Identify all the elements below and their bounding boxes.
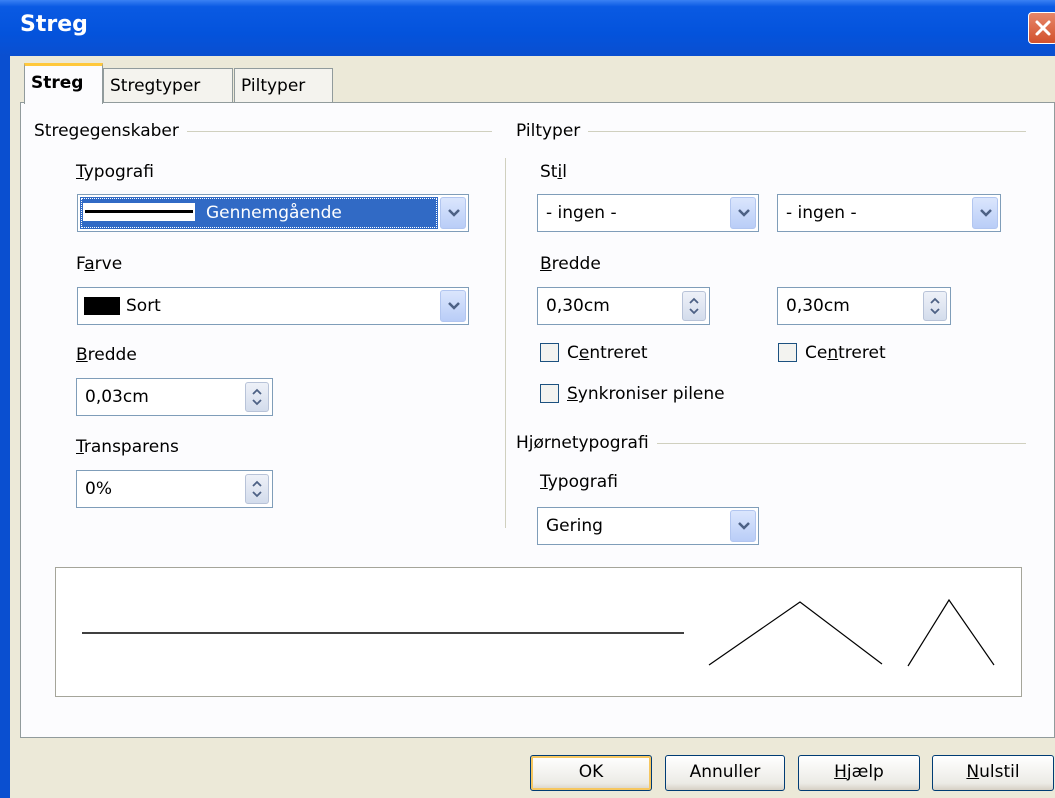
line-sample — [83, 203, 195, 221]
transparency-value: 0% — [85, 479, 112, 499]
arrow-style-label: Stil — [540, 162, 567, 182]
chevron-down-icon — [448, 209, 460, 217]
color-label: Farve — [76, 254, 123, 274]
line-width-label: Bredde — [76, 345, 137, 365]
line-style-value: Gennemgående — [206, 203, 342, 223]
line-properties-header: Stregegenskaber — [34, 121, 187, 141]
transparency-spinbox[interactable]: 0% — [76, 470, 273, 508]
arrow-width-label: Bredde — [540, 254, 601, 274]
start-arrow-style-select[interactable]: - ingen - — [537, 194, 759, 232]
color-dropdown-button[interactable] — [440, 290, 466, 322]
color-swatch — [84, 297, 120, 315]
sync-arrows-label: Synkroniser pilene — [567, 384, 725, 404]
tab-label: Stregtyper — [110, 76, 201, 96]
end-arrow-width-spinbox[interactable]: 0,30cm — [777, 287, 951, 325]
corner-style-header: Hjørnetypografi — [516, 433, 657, 453]
start-arrow-dropdown-button[interactable] — [730, 197, 756, 229]
line-width-value: 0,03cm — [85, 387, 149, 407]
line-style-select[interactable]: Gennemgående — [77, 194, 469, 232]
start-centered-label: Centreret — [567, 343, 648, 363]
reset-button[interactable]: Nulstil — [932, 755, 1054, 791]
end-arrow-style-select[interactable]: - ingen - — [777, 194, 1001, 232]
help-button[interactable]: Hjælp — [798, 755, 920, 791]
ok-button[interactable]: OK — [530, 755, 652, 791]
window-title: Streg — [20, 12, 88, 37]
color-value: Sort — [126, 296, 161, 316]
start-arrow-width-spinbox[interactable]: 0,30cm — [537, 287, 710, 325]
corner-style-dropdown-button[interactable] — [730, 510, 756, 542]
close-button[interactable] — [1028, 12, 1055, 44]
preview-corner-wide — [708, 601, 883, 666]
chevron-down-icon — [980, 209, 992, 217]
end-arrow-width-spin-button[interactable] — [923, 291, 947, 321]
window-border — [0, 56, 10, 798]
close-icon — [1035, 20, 1051, 36]
tab-label: Streg — [31, 73, 84, 93]
start-arrow-width-value: 0,30cm — [546, 296, 610, 316]
column-separator — [505, 158, 506, 528]
tab-streg[interactable]: Streg — [24, 63, 103, 104]
end-arrow-dropdown-button[interactable] — [972, 197, 998, 229]
start-arrow-width-spin-button[interactable] — [682, 291, 706, 321]
preview-drawing — [82, 598, 995, 667]
cancel-button[interactable]: Annuller — [665, 755, 785, 791]
transparency-spin-button[interactable] — [245, 474, 269, 504]
color-select[interactable]: Sort — [77, 287, 469, 325]
sync-arrows-checkbox[interactable] — [540, 384, 559, 403]
end-centered-label: Centreret — [805, 343, 886, 363]
group-divider — [516, 131, 1026, 132]
line-style-label: Typografi — [76, 162, 154, 182]
line-style-dropdown-button[interactable] — [440, 197, 466, 229]
start-centered-checkbox[interactable] — [540, 343, 559, 362]
start-arrow-style-value: - ingen - — [546, 203, 617, 223]
preview-corner-narrow — [907, 598, 995, 667]
corner-style-select[interactable]: Gering — [537, 507, 759, 545]
line-width-spinbox[interactable]: 0,03cm — [76, 378, 273, 416]
tab-piltyper[interactable]: Piltyper — [234, 68, 333, 102]
title-bar: Streg — [0, 0, 1055, 56]
spin-arrows-icon — [252, 480, 262, 498]
line-preview — [55, 567, 1022, 697]
end-arrow-style-value: - ingen - — [786, 203, 857, 223]
end-centered-checkbox[interactable] — [778, 343, 797, 362]
chevron-down-icon — [738, 522, 750, 530]
chevron-down-icon — [448, 302, 460, 310]
spin-arrows-icon — [252, 388, 262, 406]
chevron-down-icon — [738, 209, 750, 217]
tab-stregtyper[interactable]: Stregtyper — [103, 68, 233, 102]
spin-arrows-icon — [689, 297, 699, 315]
line-sample-stroke — [85, 210, 193, 213]
end-arrow-width-value: 0,30cm — [786, 296, 850, 316]
spin-arrows-icon — [930, 297, 940, 315]
transparency-label: Transparens — [76, 437, 179, 457]
tab-label: Piltyper — [241, 76, 306, 96]
line-width-spin-button[interactable] — [245, 382, 269, 412]
corner-style-value: Gering — [546, 516, 603, 536]
arrow-styles-header: Piltyper — [516, 121, 589, 141]
corner-style-label: Typografi — [540, 472, 618, 492]
line-style-label-rest: ypografi — [83, 162, 154, 182]
